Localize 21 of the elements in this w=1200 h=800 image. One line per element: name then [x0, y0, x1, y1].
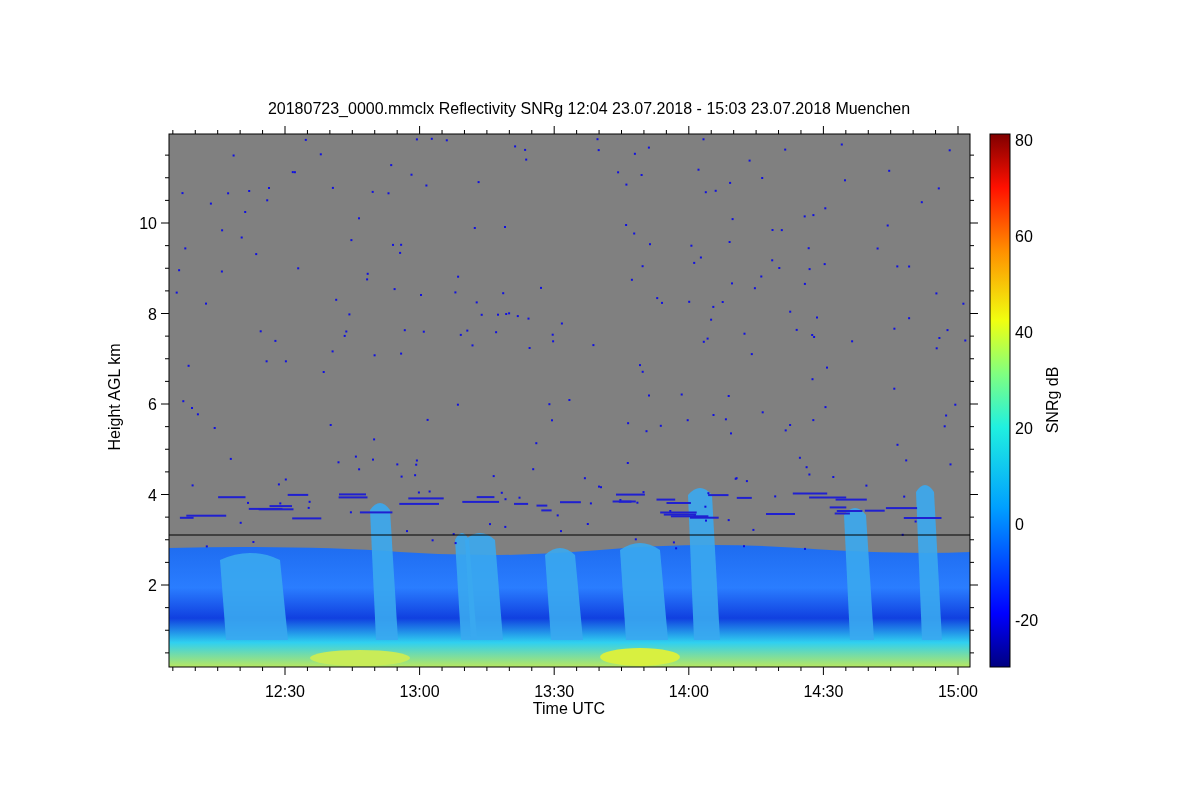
colorbar-tick-label: 40 [1015, 323, 1033, 341]
colorbar-tick-label: 60 [1015, 227, 1033, 245]
y-tick-label: 6 [148, 396, 157, 413]
x-tick-label: 14:00 [668, 683, 709, 700]
y-tick-label: 4 [148, 486, 157, 504]
colorbar-label: SNRg dB [1044, 366, 1061, 434]
y-tick-label: 10 [139, 215, 157, 232]
y-tick-label: 2 [148, 577, 157, 594]
colorbar-tick-label: 20 [1015, 419, 1033, 437]
x-tick-label: 13:00 [399, 683, 440, 700]
y-tick-label: 8 [148, 305, 157, 323]
x-tick-label: 12:30 [265, 683, 305, 700]
colorbar-tick-label: 80 [1015, 132, 1033, 149]
y-axis-label: Height AGL km [106, 343, 123, 451]
colorbar-tick-label: -20 [1015, 611, 1039, 629]
x-tick-label: 14:30 [803, 683, 844, 700]
colorbar-tick-label: 0 [1015, 515, 1024, 533]
x-tick-label: 15:00 [938, 683, 978, 700]
x-tick-label: 13:30 [534, 683, 575, 700]
x-axis-label: Time UTC [532, 700, 606, 717]
chart-title: 20180723_0000.mmclx Reflectivity SNRg 12:04 23.07.2018 - 15:03 23.07.2018 Muenchen [267, 100, 911, 117]
